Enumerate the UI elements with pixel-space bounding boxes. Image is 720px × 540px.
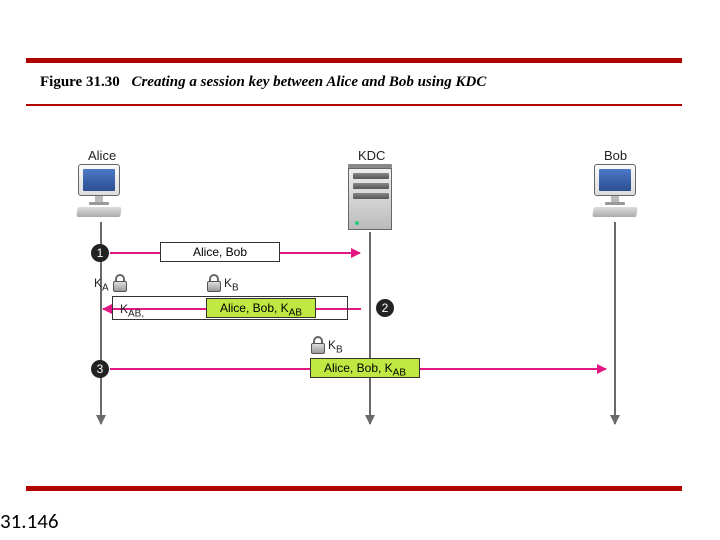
rule-mid — [26, 104, 682, 106]
lock-icon — [310, 336, 326, 354]
msg-3: Alice, Bob, KAB — [310, 358, 420, 378]
rule-bottom — [26, 486, 682, 491]
figure-title: Creating a session key between Alice and… — [131, 74, 486, 90]
key-kb-2: KB — [328, 338, 343, 355]
kdc-server-icon — [348, 164, 392, 230]
kdc-timeline — [369, 232, 371, 424]
step-marker-1: 1 — [91, 244, 109, 262]
label-alice: Alice — [88, 148, 116, 163]
figure-number: Figure 31.30 — [40, 74, 120, 90]
step-marker-2: 2 — [376, 299, 394, 317]
msg-1: Alice, Bob — [160, 242, 280, 262]
figure-caption: Figure 31.30 Creating a session key betw… — [40, 74, 486, 91]
step-marker-3: 3 — [91, 360, 109, 378]
key-ka: KA — [94, 276, 109, 293]
rule-top — [26, 58, 682, 63]
label-kdc: KDC — [358, 148, 385, 163]
lock-icon — [112, 274, 128, 292]
label-bob: Bob — [604, 148, 627, 163]
page-number: 31.146 — [0, 508, 59, 534]
bob-timeline — [614, 222, 616, 424]
lock-icon — [206, 274, 222, 292]
kdc-diagram: Alice KDC Bob 1 Alice, Bob 2 KA KAB, KB … — [80, 148, 640, 448]
msg-2-inner: Alice, Bob, KAB — [206, 298, 316, 318]
bob-computer-icon — [590, 164, 640, 217]
key-kab-left: KAB, — [120, 302, 144, 319]
alice-computer-icon — [74, 164, 124, 217]
key-kb-1: KB — [224, 276, 239, 293]
